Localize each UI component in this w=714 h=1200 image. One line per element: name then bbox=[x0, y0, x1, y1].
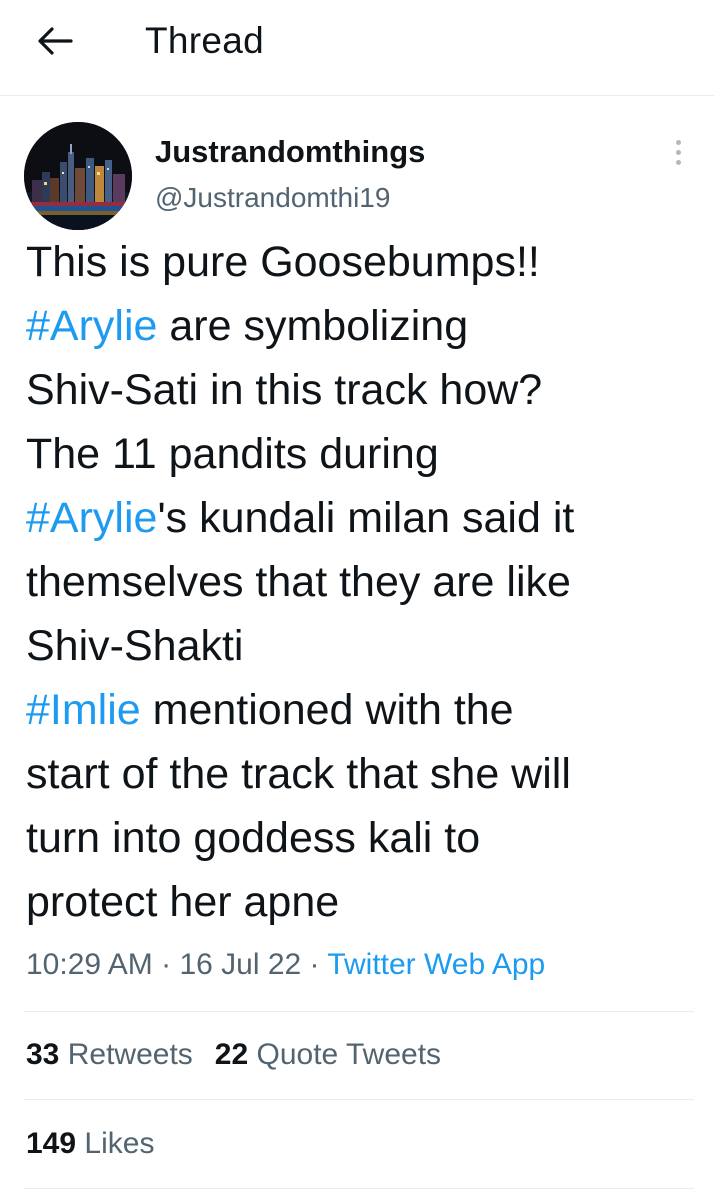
avatar-image bbox=[24, 122, 132, 230]
top-bar: Thread bbox=[0, 0, 714, 96]
tweet-text-segment: start of the track that she will bbox=[26, 750, 571, 798]
author-handle[interactable]: @Justrandomthi19 bbox=[155, 182, 390, 214]
tweet-text-line: turn into goddess kali to bbox=[26, 806, 696, 870]
tweet-text-segment: Shiv-Shakti bbox=[26, 622, 244, 670]
tweet-text-line: This is pure Goosebumps!! bbox=[26, 230, 696, 294]
arrow-left-icon bbox=[38, 27, 73, 55]
more-vertical-icon bbox=[675, 139, 681, 145]
tweet-text-segment: turn into goddess kali to bbox=[26, 814, 481, 862]
tweet-source[interactable]: Twitter Web App bbox=[327, 948, 545, 981]
tweet-text-line: The 11 pandits during bbox=[26, 422, 696, 486]
tweet-meta: 10:29 AM · 16 Jul 22 · Twitter Web App bbox=[26, 948, 545, 982]
tweet-text-segment: Shiv-Sati in this track how? bbox=[26, 366, 543, 414]
tweet-text-segment: mentioned with the bbox=[140, 686, 514, 734]
engagement-stats: 33 Retweets 22 Quote Tweets bbox=[26, 1038, 463, 1072]
tweet-text-segment: protect her apne bbox=[26, 878, 340, 926]
hashtag-link[interactable]: #Imlie bbox=[26, 686, 141, 734]
tweet-text: This is pure Goosebumps!! #Arylie are sym… bbox=[26, 230, 696, 934]
quote-tweets-stat[interactable]: 22 Quote Tweets bbox=[215, 1038, 441, 1071]
hashtag-link[interactable]: #Arylie bbox=[26, 302, 157, 350]
back-button[interactable] bbox=[26, 18, 84, 64]
tweet-text-line: #Arylie are symbolizing bbox=[26, 294, 696, 358]
avatar[interactable] bbox=[24, 122, 132, 230]
tweet-text-segment: This is pure Goosebumps!! bbox=[26, 238, 540, 286]
meta-separator: · bbox=[152, 948, 180, 981]
meta-separator: · bbox=[301, 948, 328, 981]
tweet-text-line: #Imlie mentioned with the bbox=[26, 678, 696, 742]
tweet-text-segment: are symbolizing bbox=[157, 302, 469, 350]
tweet-text-segment: The 11 pandits during bbox=[26, 430, 439, 478]
likes-stats: 149 Likes bbox=[26, 1127, 176, 1161]
tweet-time[interactable]: 10:29 AM bbox=[26, 948, 153, 981]
tweet-text-line: themselves that they are like bbox=[26, 550, 696, 614]
divider bbox=[24, 1011, 694, 1012]
author-name[interactable]: Justrandomthings bbox=[155, 134, 425, 170]
tweet-text-line: Shiv-Sati in this track how? bbox=[26, 358, 696, 422]
divider bbox=[24, 1099, 694, 1100]
tweet-text-line: Shiv-Shakti bbox=[26, 614, 696, 678]
tweet-date[interactable]: 16 Jul 22 bbox=[179, 948, 301, 981]
likes-stat[interactable]: 149 Likes bbox=[26, 1127, 154, 1160]
retweets-stat[interactable]: 33 Retweets bbox=[26, 1038, 193, 1071]
hashtag-link[interactable]: #Arylie bbox=[26, 494, 157, 542]
more-options-button[interactable] bbox=[662, 132, 694, 172]
tweet-text-segment: 's kundali milan said it bbox=[157, 494, 575, 542]
divider bbox=[24, 1188, 694, 1189]
tweet-text-line: #Arylie's kundali milan said it bbox=[26, 486, 696, 550]
page-title: Thread bbox=[145, 20, 265, 61]
tweet-text-line: protect her apne bbox=[26, 870, 696, 934]
tweet-text-line: start of the track that she will bbox=[26, 742, 696, 806]
tweet-text-segment: themselves that they are like bbox=[26, 558, 571, 606]
